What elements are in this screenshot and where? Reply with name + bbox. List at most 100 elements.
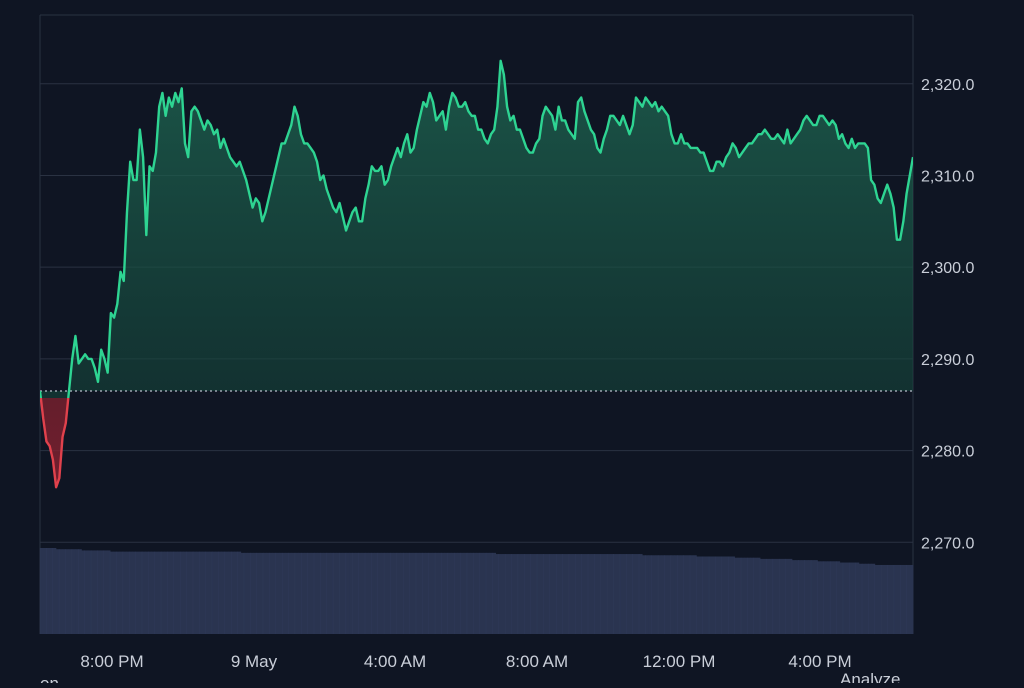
volume-bar: [734, 557, 739, 634]
volume-bar: [148, 551, 152, 634]
volume-bar: [84, 550, 89, 634]
volume-bar: [441, 552, 446, 634]
volume-bar: [728, 556, 732, 634]
y-tick-label: 2,320.0: [921, 77, 974, 94]
volume-bar: [243, 552, 248, 634]
chart-svg: 2,270.0 2,280.0 2,290.0 2,300.0 2,310.0 2,320…: [39, 14, 974, 688]
y-tick-label: 2,280.0: [921, 444, 974, 461]
volume-bar: [709, 556, 713, 634]
volume-bar: [881, 564, 885, 634]
volume-bar: [632, 554, 637, 634]
volume-bar: [90, 550, 95, 634]
volume-bar: [906, 564, 911, 634]
volume-bar: [517, 554, 522, 634]
volume-bar: [581, 554, 586, 634]
volume-bar: [715, 556, 720, 634]
volume-bar: [447, 552, 452, 634]
volume-bar: [594, 554, 598, 634]
volume-bar: [689, 555, 694, 634]
volume-bar: [116, 551, 121, 634]
volume-bar: [887, 564, 892, 634]
volume-bar: [696, 556, 700, 634]
volume-bar: [263, 552, 267, 634]
volume-bar: [250, 552, 254, 634]
volume-bar: [473, 552, 477, 634]
volume-bar: [600, 554, 605, 634]
volume-bar: [364, 552, 369, 634]
volume-bar: [141, 551, 146, 634]
volume-bar: [626, 554, 630, 634]
volume-bar: [409, 552, 414, 634]
x-axis: 8:00 PM 9 May 4:00 AM 8:00 AM 12:00 PM 4:00 P…: [80, 652, 851, 671]
volume-bar: [588, 554, 592, 634]
volume-bar: [103, 550, 108, 634]
volume-bar: [377, 552, 382, 634]
volume-bar: [396, 552, 401, 634]
volume-bar: [900, 564, 904, 634]
y-axis: 2,270.0 2,280.0 2,290.0 2,300.0 2,310.0 2,320…: [921, 77, 974, 553]
volume-bar: [269, 552, 273, 634]
volume-bar: [830, 561, 834, 634]
x-tick-label: 9 May: [231, 652, 278, 671]
volume-bar: [205, 551, 210, 634]
volume-bar: [760, 558, 764, 634]
volume-bar: [658, 555, 662, 634]
volume-bar: [371, 552, 375, 634]
volume-bar: [307, 552, 312, 634]
volume-bar: [842, 562, 847, 634]
volume-bar: [753, 557, 758, 634]
volume-bar: [390, 552, 395, 634]
volume-bar: [664, 555, 669, 634]
volume-bar: [275, 552, 280, 634]
volume-bar: [804, 560, 809, 634]
volume-bar: [721, 556, 726, 634]
volume-bar: [823, 561, 828, 634]
volume-bar: [256, 552, 261, 634]
volume-bar: [384, 552, 388, 634]
price-chart[interactable]: 2,270.0 2,280.0 2,290.0 2,300.0 2,310.0 2,320…: [0, 0, 1024, 688]
x-tick-label: 8:00 AM: [506, 652, 568, 671]
x-tick-label: 8:00 PM: [80, 652, 143, 671]
volume-bar: [537, 554, 541, 634]
volume-bar: [779, 558, 783, 634]
volume-bar: [702, 556, 707, 634]
volume-bar: [817, 561, 822, 634]
volume-bar: [161, 551, 165, 634]
volume-bar: [435, 552, 439, 634]
volume-bar: [909, 564, 914, 634]
volume-bars: [39, 548, 914, 634]
volume-bar: [607, 554, 611, 634]
volume-bar: [862, 563, 866, 634]
volume-bar: [326, 552, 331, 634]
volume-bar: [135, 551, 140, 634]
volume-bar: [428, 552, 433, 634]
y-tick-label: 2,290.0: [921, 352, 974, 369]
volume-bar: [849, 562, 853, 634]
partial-label-left: on: [40, 674, 59, 683]
x-tick-label: 4:00 PM: [788, 652, 851, 671]
volume-bar: [524, 554, 528, 634]
volume-bar: [454, 552, 458, 634]
volume-bar: [492, 552, 497, 634]
volume-bar: [543, 554, 547, 634]
volume-bar: [97, 550, 101, 634]
volume-bar: [855, 562, 860, 634]
volume-bar: [52, 548, 57, 634]
volume-bar: [192, 551, 197, 634]
volume-bar: [893, 564, 898, 634]
volume-bar: [677, 555, 681, 634]
volume-bar: [167, 551, 172, 634]
volume-bar: [231, 551, 235, 634]
volume-bar: [320, 552, 324, 634]
volume-bar: [199, 551, 203, 634]
volume-bar: [294, 552, 299, 634]
volume-bar: [154, 551, 159, 634]
volume-bar: [549, 554, 554, 634]
volume-bar: [619, 554, 624, 634]
volume-bar: [772, 558, 777, 634]
analyze-link[interactable]: Analyze: [840, 670, 900, 688]
x-tick-label: 12:00 PM: [643, 652, 716, 671]
volume-bar: [65, 549, 70, 634]
volume-bar: [766, 558, 771, 634]
volume-bar: [785, 558, 790, 634]
